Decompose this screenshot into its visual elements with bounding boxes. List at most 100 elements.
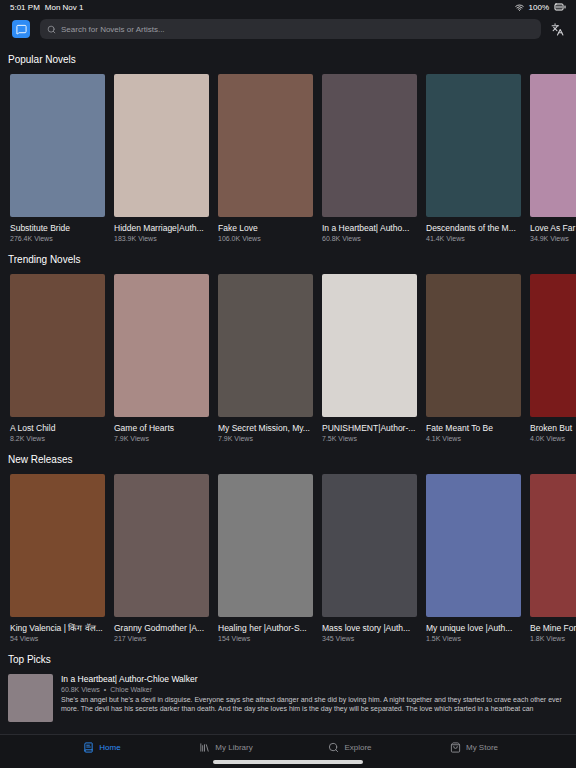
novel-card[interactable]: Healing her |Author-S...154 Views bbox=[218, 474, 317, 644]
section-title: New Releases bbox=[0, 453, 576, 467]
translate-icon[interactable] bbox=[551, 23, 564, 36]
novel-views: 7.5K Views bbox=[322, 434, 421, 444]
novel-section: New Releases King Valencia | किंग वॅल...5… bbox=[0, 444, 576, 644]
novel-views: 183.9K Views bbox=[114, 234, 213, 244]
chat-bubble-icon bbox=[16, 24, 27, 35]
battery-level: 100% bbox=[529, 3, 549, 12]
novel-title: Game of Hearts bbox=[114, 422, 213, 434]
novel-title: Substitute Bride bbox=[10, 222, 109, 234]
novel-views: 4.1K Views bbox=[426, 434, 525, 444]
novel-card[interactable]: Hidden Marriage|Auth...183.9K Views bbox=[114, 74, 213, 244]
novel-row[interactable]: A Lost Child8.2K ViewsGame of Hearts7.9K… bbox=[0, 274, 576, 444]
tab-item[interactable]: My Store bbox=[412, 735, 536, 760]
search-field[interactable]: Search for Novels or Artists... bbox=[40, 19, 541, 39]
novel-views: 41.4K Views bbox=[426, 234, 525, 244]
top-pick-author: Chloe Walker bbox=[110, 685, 152, 695]
novel-card[interactable]: Granny Godmother |A...217 Views bbox=[114, 474, 213, 644]
novel-cover bbox=[322, 474, 417, 617]
novel-card[interactable]: A Lost Child8.2K Views bbox=[10, 274, 109, 444]
status-bar: 5:01 PMMon Nov 1 100% bbox=[0, 0, 576, 14]
top-pick-cover bbox=[8, 674, 53, 722]
novel-cover bbox=[530, 474, 576, 617]
tab-label: My Store bbox=[466, 743, 498, 752]
novel-title: Descendants of the M... bbox=[426, 222, 525, 234]
novel-views: 1.8K Views bbox=[530, 634, 576, 644]
search-row: Search for Novels or Artists... bbox=[0, 14, 576, 44]
novel-cover bbox=[322, 74, 417, 217]
novel-card[interactable]: Descendants of the M...41.4K Views bbox=[426, 74, 525, 244]
novel-card[interactable]: Fake Love106.0K Views bbox=[218, 74, 317, 244]
tab-item[interactable]: Home bbox=[40, 735, 164, 760]
novel-section: Popular NovelsSubstitute Bride276.4K Vie… bbox=[0, 44, 576, 244]
novel-cover bbox=[426, 474, 521, 617]
tab-icon bbox=[450, 742, 461, 753]
novel-title: My unique love |Auth... bbox=[426, 622, 525, 634]
novel-card[interactable]: Mass love story |Auth...345 Views bbox=[322, 474, 421, 644]
novel-title: Hidden Marriage|Auth... bbox=[114, 222, 213, 234]
wifi-icon bbox=[515, 3, 524, 12]
novel-card[interactable]: PUNISHMENT|Author-...7.5K Views bbox=[322, 274, 421, 444]
novel-title: Be Mine For bbox=[530, 622, 576, 634]
novel-cover bbox=[114, 274, 209, 417]
top-pick-item[interactable]: In a Heartbeat| Author-Chloe Walker60.8K… bbox=[0, 674, 576, 722]
novel-section: Trending NovelsA Lost Child8.2K ViewsGam… bbox=[0, 244, 576, 444]
novel-title: PUNISHMENT|Author-... bbox=[322, 422, 421, 434]
novel-cover bbox=[114, 474, 209, 617]
novel-cover bbox=[10, 74, 105, 217]
status-right: 100% bbox=[515, 1, 566, 13]
home-indicator bbox=[213, 760, 363, 764]
novel-title: Fake Love bbox=[218, 222, 317, 234]
novel-cover bbox=[426, 274, 521, 417]
novel-title: Broken But bbox=[530, 422, 576, 434]
tab-item[interactable]: Explore bbox=[288, 735, 412, 760]
screen: 5:01 PMMon Nov 1 100% Search for Novels or… bbox=[0, 0, 576, 768]
tab-label: Explore bbox=[344, 743, 371, 752]
novel-card[interactable]: My unique love |Auth...1.5K Views bbox=[426, 474, 525, 644]
novel-title: A Lost Child bbox=[10, 422, 109, 434]
top-pick-meta: 60.8K Views•Chloe Walker bbox=[61, 685, 568, 695]
search-placeholder: Search for Novels or Artists... bbox=[61, 25, 165, 34]
novel-views: 217 Views bbox=[114, 634, 213, 644]
novel-card[interactable]: Fate Meant To Be4.1K Views bbox=[426, 274, 525, 444]
novel-views: 276.4K Views bbox=[10, 234, 109, 244]
novel-views: 154 Views bbox=[218, 634, 317, 644]
novel-card[interactable]: In a Heartbeat| Autho...60.8K Views bbox=[322, 74, 421, 244]
novel-card[interactable]: Game of Hearts7.9K Views bbox=[114, 274, 213, 444]
novel-title: Mass love story |Auth... bbox=[322, 622, 421, 634]
novel-card[interactable]: Love As Far34.9K Views bbox=[530, 74, 576, 244]
novel-views: 4.0K Views bbox=[530, 434, 576, 444]
novel-cover bbox=[218, 74, 313, 217]
novel-views: 54 Views bbox=[10, 634, 109, 644]
novel-card[interactable]: Broken But4.0K Views bbox=[530, 274, 576, 444]
novel-cover bbox=[322, 274, 417, 417]
novel-views: 34.9K Views bbox=[530, 234, 576, 244]
novel-card[interactable]: Be Mine For1.8K Views bbox=[530, 474, 576, 644]
top-picks-section: Top PicksIn a Heartbeat| Author-Chloe Wa… bbox=[0, 644, 576, 722]
novel-card[interactable]: Substitute Bride276.4K Views bbox=[10, 74, 109, 244]
separator: • bbox=[104, 685, 106, 695]
novel-cover bbox=[530, 74, 576, 217]
top-pick-text: In a Heartbeat| Author-Chloe Walker60.8K… bbox=[61, 674, 568, 722]
top-pick-title: In a Heartbeat| Author-Chloe Walker bbox=[61, 674, 568, 685]
tab-label: Home bbox=[99, 743, 120, 752]
tab-icon bbox=[199, 742, 210, 753]
content: Popular NovelsSubstitute Bride276.4K Vie… bbox=[0, 44, 576, 734]
novel-title: In a Heartbeat| Autho... bbox=[322, 222, 421, 234]
novel-cover bbox=[114, 74, 209, 217]
novel-cover bbox=[10, 274, 105, 417]
battery-icon bbox=[554, 1, 566, 13]
status-left: 5:01 PMMon Nov 1 bbox=[10, 3, 83, 12]
novel-title: King Valencia | किंग वॅल... bbox=[10, 622, 109, 634]
novel-card[interactable]: My Secret Mission, My...7.9K Views bbox=[218, 274, 317, 444]
novel-views: 106.0K Views bbox=[218, 234, 317, 244]
novel-row[interactable]: King Valencia | किंग वॅल...54 ViewsGrann… bbox=[0, 474, 576, 644]
app-logo[interactable] bbox=[12, 20, 30, 38]
novel-cover bbox=[218, 474, 313, 617]
novel-row[interactable]: Substitute Bride276.4K ViewsHidden Marri… bbox=[0, 74, 576, 244]
novel-card[interactable]: King Valencia | किंग वॅल...54 Views bbox=[10, 474, 109, 644]
tab-icon bbox=[83, 742, 94, 753]
novel-views: 8.2K Views bbox=[10, 434, 109, 444]
novel-cover bbox=[426, 74, 521, 217]
tab-item[interactable]: My Library bbox=[164, 735, 288, 760]
search-icon bbox=[47, 25, 56, 34]
